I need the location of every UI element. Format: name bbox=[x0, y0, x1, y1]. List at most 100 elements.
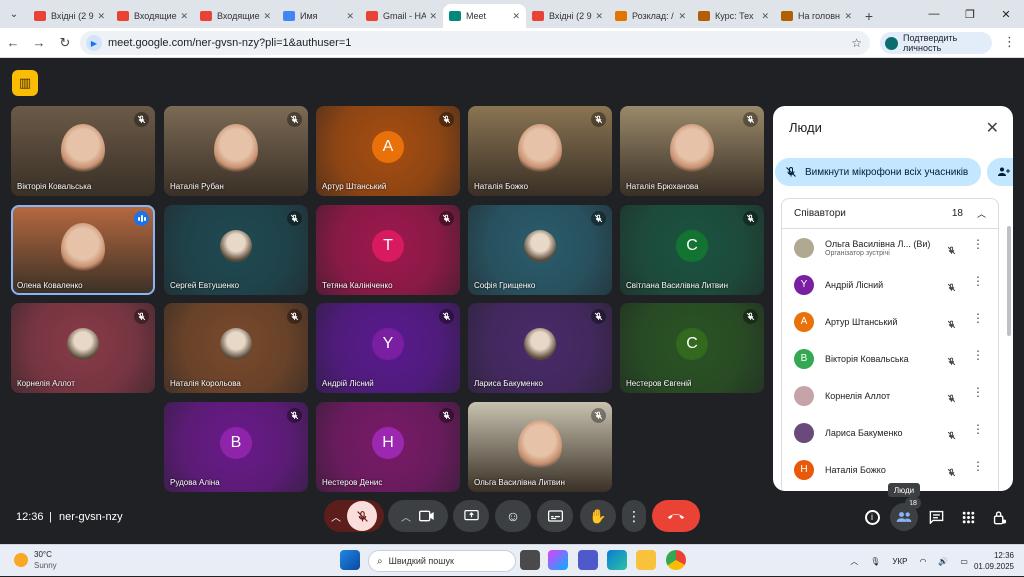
mic-off-icon[interactable] bbox=[947, 316, 956, 334]
mic-off-icon[interactable] bbox=[947, 390, 956, 408]
more-vert-icon[interactable]: ⋮ bbox=[972, 275, 984, 287]
participant-row[interactable]: B Вікторія Ковальська ⋮ bbox=[782, 340, 998, 377]
close-tab-icon[interactable]: ✕ bbox=[512, 11, 520, 22]
bookmark-star-icon[interactable]: ☆ bbox=[851, 36, 862, 50]
participant-tile[interactable]: Ольга Василівна Литвин bbox=[468, 402, 612, 492]
more-vert-icon[interactable]: ⋮ bbox=[972, 312, 984, 324]
microphone-icon[interactable]: 🎙 bbox=[870, 557, 880, 566]
close-tab-icon[interactable]: ✕ bbox=[429, 11, 437, 22]
wifi-icon[interactable]: ◠ bbox=[919, 557, 926, 566]
chevron-up-icon[interactable]: ︿ bbox=[401, 509, 411, 524]
participant-tile[interactable]: Наталія Божко bbox=[468, 106, 612, 196]
captions-button[interactable] bbox=[537, 500, 573, 532]
participant-row[interactable]: Лариса Бакуменко ⋮ bbox=[782, 414, 998, 451]
tray-overflow-chevron-icon[interactable]: ︿ bbox=[850, 556, 858, 567]
browser-tab[interactable]: Входящие ✕ bbox=[111, 4, 194, 28]
panel-scrollbar[interactable] bbox=[1007, 226, 1011, 336]
browser-tab[interactable]: Вхідні (2 9 ✕ bbox=[28, 4, 111, 28]
more-vert-icon[interactable]: ⋮ bbox=[972, 386, 984, 398]
camera-icon[interactable] bbox=[419, 510, 435, 522]
browser-tab[interactable]: Имя ✕ bbox=[277, 4, 360, 28]
participant-row[interactable]: Ольга Василівна Л... (Ви) Організатор зус… bbox=[782, 229, 998, 266]
close-tab-icon[interactable]: ✕ bbox=[180, 11, 188, 22]
close-tab-icon[interactable]: ✕ bbox=[678, 11, 686, 22]
close-window-icon[interactable]: ✕ bbox=[988, 0, 1024, 28]
mic-off-icon[interactable] bbox=[947, 242, 956, 260]
present-screen-button[interactable] bbox=[453, 500, 489, 532]
add-people-button[interactable] bbox=[987, 158, 1013, 186]
participant-row[interactable]: Корнелія Аллот ⋮ bbox=[782, 377, 998, 414]
mute-all-button[interactable]: Вимкнути мікрофони всіх учасників bbox=[775, 158, 981, 186]
taskbar-search-box[interactable]: ⌕ Швидкий пошук bbox=[368, 550, 516, 572]
edge-icon[interactable] bbox=[607, 550, 627, 570]
participant-tile[interactable]: T Тетяна Калініченко bbox=[316, 205, 460, 295]
input-language[interactable]: УКР bbox=[892, 557, 907, 566]
tab-search-chevron-icon[interactable]: ⌄ bbox=[0, 0, 28, 28]
verify-identity-button[interactable]: Подтвердить личность bbox=[880, 32, 992, 54]
participant-tile[interactable]: C Нестеров Євгеній bbox=[620, 303, 764, 393]
reload-icon[interactable]: ↻ bbox=[52, 30, 78, 56]
task-view-icon[interactable] bbox=[520, 550, 540, 570]
battery-icon[interactable]: ▭ bbox=[960, 557, 968, 566]
forward-icon[interactable]: → bbox=[26, 30, 52, 56]
contributors-header[interactable]: Співавтори 18 ︿ bbox=[782, 199, 998, 229]
back-icon[interactable]: ← bbox=[0, 30, 26, 56]
chrome-icon[interactable] bbox=[666, 550, 686, 570]
participant-tile[interactable]: Олена Коваленко bbox=[11, 205, 155, 295]
minimize-icon[interactable]: — bbox=[916, 0, 952, 28]
weather-widget[interactable]: 30°C Sunny bbox=[14, 549, 57, 571]
chevron-up-icon[interactable]: ︿ bbox=[331, 509, 341, 524]
close-icon[interactable]: ✕ bbox=[986, 118, 999, 138]
file-explorer-icon[interactable] bbox=[636, 550, 656, 570]
mic-off-icon[interactable] bbox=[947, 464, 956, 482]
participant-tile[interactable]: Сергей Евтушенко bbox=[164, 205, 308, 295]
building-icon[interactable]: ▥ bbox=[12, 70, 38, 96]
browser-tab[interactable]: Розклад: / ✕ bbox=[609, 4, 692, 28]
new-tab-button[interactable]: + bbox=[858, 4, 880, 28]
system-clock[interactable]: 12:36 01.09.2025 bbox=[974, 550, 1014, 572]
chevron-up-icon[interactable]: ︿ bbox=[977, 207, 986, 220]
browser-tab[interactable]: Вхідні (2 9 ✕ bbox=[526, 4, 609, 28]
close-tab-icon[interactable]: ✕ bbox=[346, 11, 354, 22]
volume-icon[interactable]: 🔊 bbox=[938, 557, 948, 566]
close-tab-icon[interactable]: ✕ bbox=[263, 11, 271, 22]
teams-icon[interactable] bbox=[578, 550, 598, 570]
more-vert-icon[interactable]: ⋮ bbox=[972, 349, 984, 361]
mic-toggle-button[interactable] bbox=[347, 501, 377, 531]
browser-tab[interactable]: Входящие ✕ bbox=[194, 4, 277, 28]
reactions-button[interactable]: ☺ bbox=[495, 500, 531, 532]
windows-start-icon[interactable] bbox=[340, 550, 360, 570]
browser-menu-icon[interactable]: ⋮ bbox=[1003, 34, 1016, 50]
people-button[interactable] bbox=[890, 503, 918, 531]
participant-tile[interactable]: C Світлана Василівна Литвин bbox=[620, 205, 764, 295]
copilot-icon[interactable] bbox=[548, 550, 568, 570]
url-text[interactable]: meet.google.com/ner-gvsn-nzy?pli=1&authu… bbox=[108, 37, 351, 49]
more-vert-icon[interactable]: ⋮ bbox=[972, 423, 984, 435]
mic-off-icon[interactable] bbox=[947, 279, 956, 297]
mic-off-icon[interactable] bbox=[947, 427, 956, 445]
browser-tab[interactable]: На головн ✕ bbox=[775, 4, 858, 28]
participant-tile[interactable]: Наталія Брюханова bbox=[620, 106, 764, 196]
more-vert-icon[interactable]: ⋮ bbox=[972, 238, 984, 250]
participant-tile[interactable]: H Нестеров Денис bbox=[316, 402, 460, 492]
browser-tab[interactable]: Gmail - НА ✕ bbox=[360, 4, 443, 28]
participant-tile[interactable]: Наталія Корольова bbox=[164, 303, 308, 393]
participant-tile[interactable]: B Рудова Аліна bbox=[164, 402, 308, 492]
browser-tab[interactable]: Meet ✕ bbox=[443, 4, 526, 28]
participant-tile[interactable]: Софія Грищенко bbox=[468, 205, 612, 295]
participant-tile[interactable]: Y Андрій Лісний bbox=[316, 303, 460, 393]
participant-tile[interactable]: Наталія Рубан bbox=[164, 106, 308, 196]
site-info-icon[interactable]: ▶ bbox=[86, 35, 102, 51]
close-tab-icon[interactable]: ✕ bbox=[97, 11, 105, 22]
more-vert-icon[interactable]: ⋮ bbox=[972, 460, 984, 472]
close-tab-icon[interactable]: ✕ bbox=[595, 11, 603, 22]
close-tab-icon[interactable]: ✕ bbox=[761, 11, 769, 22]
restore-icon[interactable]: ❐ bbox=[952, 0, 988, 28]
participant-tile[interactable]: Корнелія Аллот bbox=[11, 303, 155, 393]
participant-row[interactable]: Y Андрій Лісний ⋮ bbox=[782, 266, 998, 303]
more-options-button[interactable]: ⋮ bbox=[622, 500, 646, 532]
chat-icon[interactable] bbox=[925, 506, 947, 528]
raise-hand-button[interactable]: ✋ bbox=[580, 500, 616, 532]
mic-off-icon[interactable] bbox=[947, 353, 956, 371]
participant-tile[interactable]: A Артур Штанський bbox=[316, 106, 460, 196]
